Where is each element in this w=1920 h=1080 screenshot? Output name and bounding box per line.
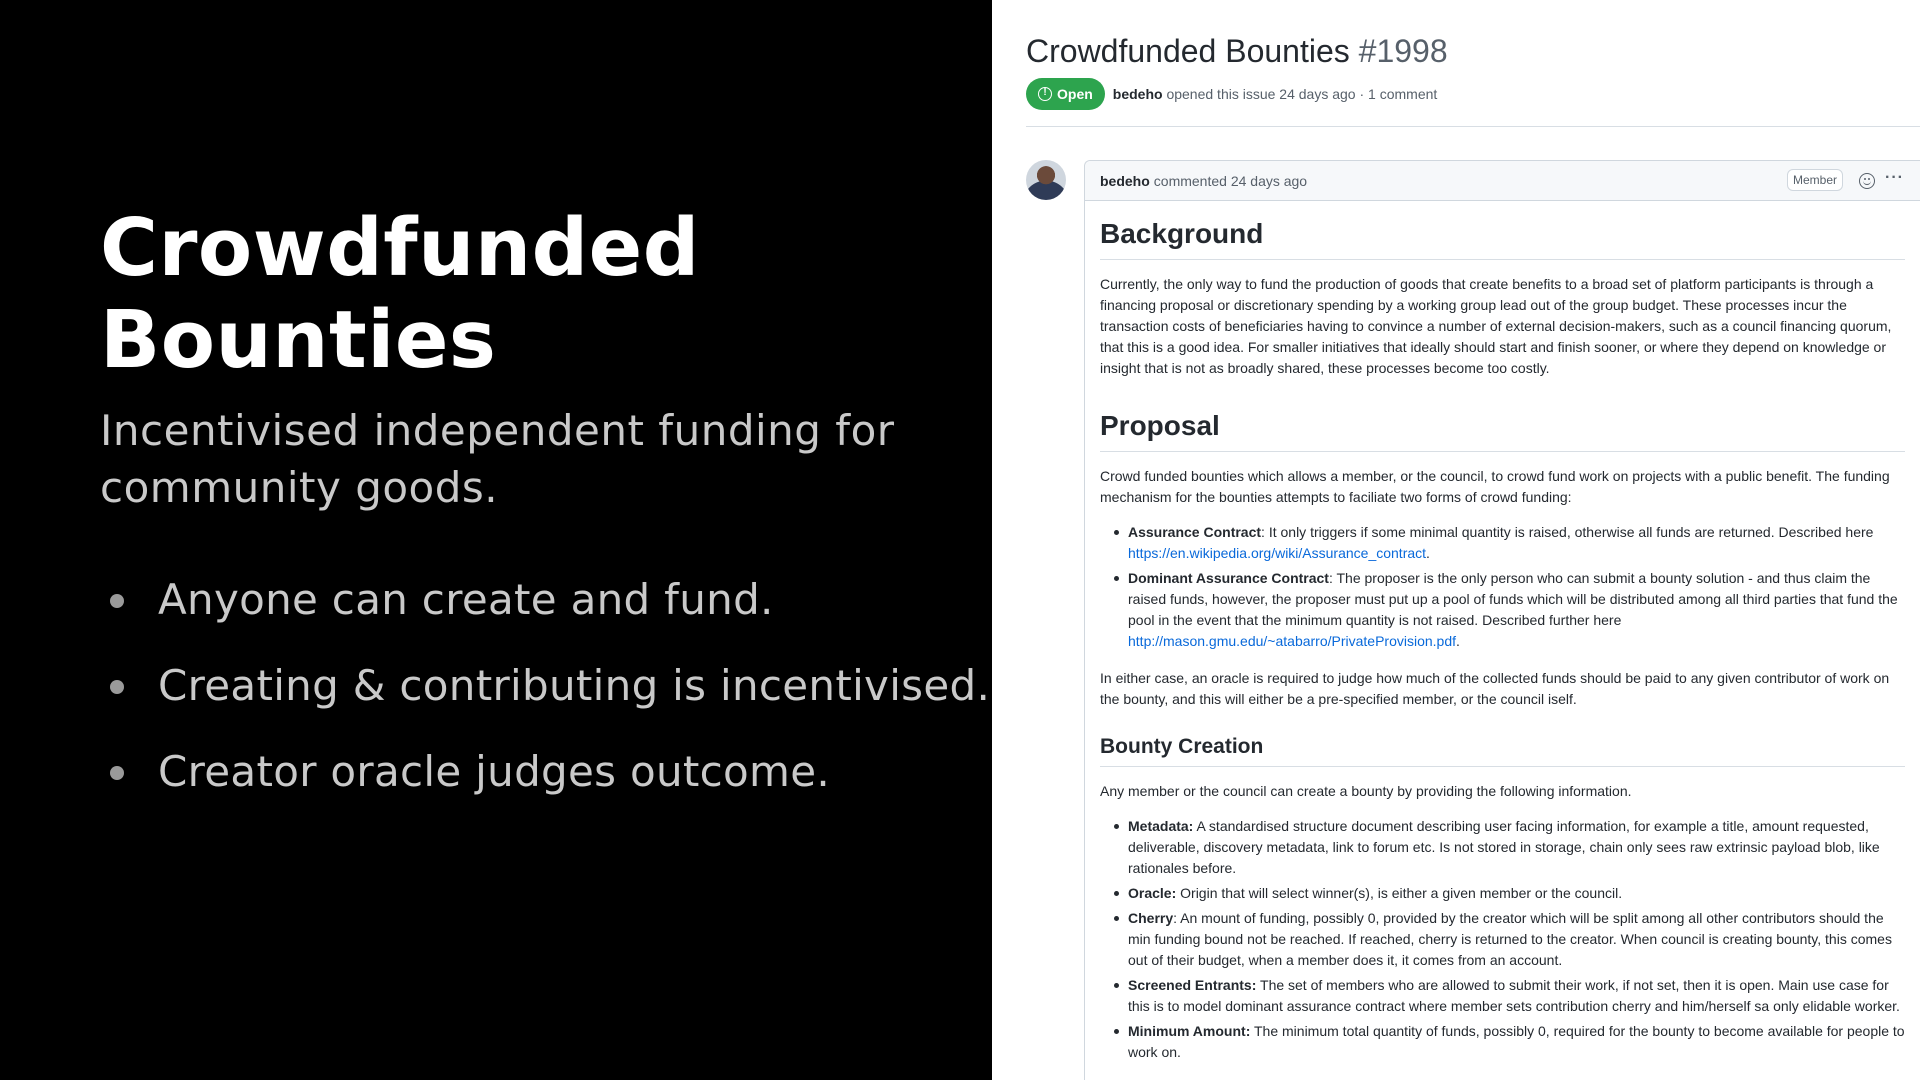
proposal-heading: Proposal: [1100, 407, 1905, 452]
list-item-after: .: [1426, 545, 1430, 561]
issue-opened-text: opened this issue 24 days ago · 1 commen…: [1166, 86, 1438, 102]
issue-panel: Crowdfunded Bounties #1998 ! Open bedeho…: [992, 0, 1920, 1080]
bullet-dot-icon: [110, 594, 124, 608]
bounty-creation-intro: Any member or the council can create a b…: [1100, 783, 1632, 799]
list-item: Dominant Assurance Contract: The propose…: [1100, 568, 1905, 652]
slide-title-line-2: Bounties: [100, 294, 497, 386]
slide-bullet-text: Anyone can create and fund.: [158, 575, 774, 624]
slide-bullet: Creating & contributing is incentivised.: [100, 656, 990, 742]
list-item-term: Oracle:: [1128, 885, 1177, 901]
background-paragraph: Currently, the only way to fund the prod…: [1100, 276, 1892, 376]
list-item-term: Metadata:: [1128, 818, 1194, 834]
slide-bullet: Creator oracle judges outcome.: [100, 742, 990, 828]
list-item: Cherry: An mount of funding, possibly 0,…: [1100, 908, 1905, 971]
list-item: Screened Entrants: The set of members wh…: [1100, 975, 1905, 1017]
proposal-list: Assurance Contract: It only triggers if …: [1100, 522, 1905, 652]
slide-subtitle-line-1: Incentivised independent funding for: [100, 406, 895, 455]
private-provision-link[interactable]: http://mason.gmu.edu/~atabarro/PrivatePr…: [1128, 633, 1456, 649]
slide-subtitle-line-2: community goods.: [100, 463, 499, 512]
list-item-text: : An mount of funding, possibly 0, provi…: [1128, 910, 1892, 968]
issue-state-badge: ! Open: [1026, 78, 1105, 110]
comment-body: Background Currently, the only way to fu…: [1085, 201, 1920, 1063]
issue-title-text: Crowdfunded Bounties: [1026, 33, 1350, 69]
bullet-dot-icon: [110, 766, 124, 780]
assurance-contract-link[interactable]: https://en.wikipedia.org/wiki/Assurance_…: [1128, 545, 1426, 561]
slide-panel: Crowdfunded Bounties Incentivised indepe…: [0, 0, 992, 1080]
proposal-intro: Crowd funded bounties which allows a mem…: [1100, 468, 1890, 505]
list-item: Metadata: A standardised structure docum…: [1100, 816, 1905, 879]
issue-number: #1998: [1358, 33, 1448, 69]
kebab-menu-icon[interactable]: ···: [1885, 169, 1904, 187]
slide-subtitle: Incentivised independent funding for com…: [100, 402, 980, 516]
slide-title: Crowdfunded Bounties: [100, 202, 960, 386]
comment-author-link[interactable]: bedeho: [1100, 173, 1150, 189]
issue-state-label: Open: [1057, 86, 1093, 102]
list-item-after: .: [1456, 633, 1460, 649]
background-heading: Background: [1100, 215, 1905, 260]
list-item: Assurance Contract: It only triggers if …: [1100, 522, 1905, 564]
comment-header: bedeho commented 24 days ago Member ···: [1085, 161, 1920, 201]
list-item-term: Minimum Amount:: [1128, 1023, 1251, 1039]
list-item-term: Cherry: [1128, 910, 1174, 926]
smiley-icon[interactable]: [1859, 173, 1875, 189]
list-item-term: Screened Entrants:: [1128, 977, 1257, 993]
header-divider: [1026, 126, 1920, 127]
bounty-creation-list: Metadata: A standardised structure docum…: [1100, 816, 1905, 1063]
issue-opened-icon: !: [1038, 87, 1052, 101]
slide-bullet-list: Anyone can create and fund. Creating & c…: [100, 570, 990, 828]
list-item-text: : It only triggers if some minimal quant…: [1261, 524, 1874, 540]
member-badge: Member: [1787, 169, 1844, 191]
slide-title-line-1: Crowdfunded: [100, 202, 700, 294]
list-item: Minimum Amount: The minimum total quanti…: [1100, 1021, 1905, 1063]
list-item-term: Dominant Assurance Contract: [1128, 570, 1329, 586]
proposal-closing: In either case, an oracle is required to…: [1100, 670, 1890, 707]
list-item-text: A standardised structure document descri…: [1128, 818, 1880, 876]
comment-time[interactable]: commented 24 days ago: [1154, 173, 1307, 189]
issue-author-link[interactable]: bedeho: [1113, 86, 1163, 102]
list-item: Oracle: Origin that will select winner(s…: [1100, 883, 1905, 904]
slide-bullet-text: Creator oracle judges outcome.: [158, 747, 831, 796]
issue-meta-row: ! Open bedeho opened this issue 24 days …: [1026, 78, 1437, 110]
slide-bullet-text: Creating & contributing is incentivised.: [158, 661, 991, 710]
bullet-dot-icon: [110, 680, 124, 694]
bounty-creation-heading: Bounty Creation: [1100, 732, 1905, 767]
issue-title: Crowdfunded Bounties #1998: [1026, 30, 1448, 72]
slide-bullet: Anyone can create and fund.: [100, 570, 990, 656]
comment-box: bedeho commented 24 days ago Member ··· …: [1084, 160, 1920, 1080]
list-item-term: Assurance Contract: [1128, 524, 1262, 540]
avatar[interactable]: [1026, 160, 1066, 200]
issue-meta: bedeho opened this issue 24 days ago · 1…: [1113, 86, 1438, 102]
list-item-text: Origin that will select winner(s), is ei…: [1176, 885, 1623, 901]
